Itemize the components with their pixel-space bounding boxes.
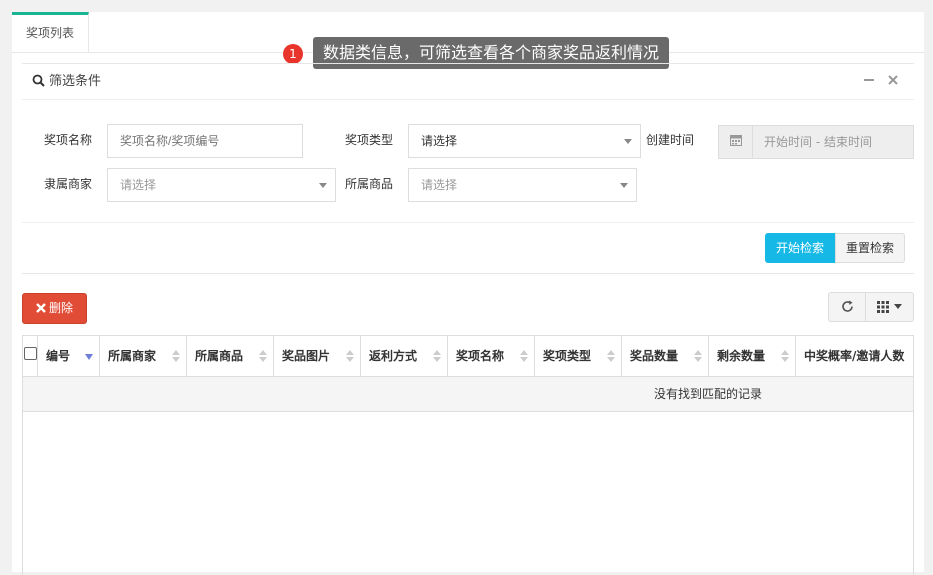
column-header-label: 奖品数量 <box>630 349 679 363</box>
column-header-label: 奖项类型 <box>543 349 592 363</box>
merchant-label: 隶属商家 <box>44 177 93 191</box>
created-time-label: 创建时间 <box>646 133 695 147</box>
calendar-icon <box>719 126 753 158</box>
refresh-icon <box>841 300 853 312</box>
filter-title-text: 筛选条件 <box>49 74 102 89</box>
hint-number-badge: 1 <box>283 44 303 64</box>
refresh-button[interactable] <box>828 292 866 322</box>
award-type-value: 请选择 <box>421 134 458 148</box>
empty-table-row: 没有找到匹配的记录 <box>23 377 913 412</box>
delete-button[interactable]: 删除 <box>22 293 87 324</box>
columns-toggle-button[interactable] <box>866 292 914 322</box>
main-panel: 奖项列表 1 数据类信息，可筛选查看各个商家奖品返利情况 筛选条件 奖项名称 奖… <box>12 12 924 575</box>
filter-title: 筛选条件 <box>32 64 101 99</box>
created-time-placeholder: 开始时间 - 结束时间 <box>764 135 872 149</box>
table-header: 编号 所属商家 所属商品 奖品图片 返利方式 奖项名称 奖项类型 奖品数量 剩余… <box>23 336 913 377</box>
award-name-input[interactable] <box>107 124 303 158</box>
column-header-award-name[interactable]: 奖项名称 <box>448 336 535 376</box>
reset-search-button[interactable]: 重置检索 <box>835 233 905 263</box>
minus-icon[interactable] <box>864 73 874 90</box>
sort-icon <box>520 350 528 362</box>
award-table: 编号 所属商家 所属商品 奖品图片 返利方式 奖项名称 奖项类型 奖品数量 剩余… <box>22 335 914 575</box>
product-select[interactable]: 请选择 <box>408 168 637 202</box>
column-header-award-type[interactable]: 奖项类型 <box>535 336 622 376</box>
chevron-down-icon <box>620 183 628 188</box>
sort-icon <box>607 350 615 362</box>
sort-icon <box>172 350 180 362</box>
column-header-prize-quantity[interactable]: 奖品数量 <box>622 336 709 376</box>
filter-box: 筛选条件 奖项名称 奖项类型 请选择 创建时间 <box>22 63 914 263</box>
sort-icon <box>259 350 267 362</box>
start-search-button[interactable]: 开始检索 <box>765 233 835 263</box>
search-icon <box>32 74 45 87</box>
column-header-label: 剩余数量 <box>717 349 766 363</box>
product-value: 请选择 <box>421 178 458 192</box>
column-header-label: 编号 <box>46 349 71 363</box>
filter-bottom-border <box>22 273 914 274</box>
award-name-label: 奖项名称 <box>44 133 93 147</box>
column-header-label: 中奖概率/邀请人数 <box>804 349 905 363</box>
empty-table-message: 没有找到匹配的记录 <box>653 387 762 401</box>
product-label: 所属商品 <box>345 177 394 191</box>
column-header-remaining-quantity[interactable]: 剩余数量 <box>709 336 796 376</box>
column-header-label: 所属商品 <box>195 349 244 363</box>
column-header-label: 奖项名称 <box>456 349 505 363</box>
column-header-label: 奖品图片 <box>282 349 331 363</box>
caret-down-icon <box>894 304 903 309</box>
filter-header: 筛选条件 <box>22 64 914 100</box>
sort-desc-icon <box>85 354 93 360</box>
sort-icon <box>694 350 702 362</box>
column-header-product[interactable]: 所属商品 <box>187 336 274 376</box>
select-all-cell <box>23 336 38 376</box>
grid-icon <box>876 301 889 313</box>
close-icon[interactable] <box>888 73 898 90</box>
sort-icon <box>781 350 789 362</box>
merchant-select[interactable]: 请选择 <box>107 168 336 202</box>
merchant-value: 请选择 <box>120 178 157 192</box>
column-header-label: 所属商家 <box>108 349 157 363</box>
delete-button-label: 删除 <box>48 301 73 315</box>
column-header-merchant[interactable]: 所属商家 <box>100 336 187 376</box>
column-header-prize-image[interactable]: 奖品图片 <box>274 336 361 376</box>
column-header-id[interactable]: 编号 <box>38 336 100 376</box>
sort-icon <box>433 350 441 362</box>
created-time-range[interactable]: 开始时间 - 结束时间 <box>718 125 914 159</box>
tab-award-list[interactable]: 奖项列表 <box>12 12 89 52</box>
column-header-rebate-method[interactable]: 返利方式 <box>361 336 448 376</box>
column-header-label: 返利方式 <box>369 349 418 363</box>
chevron-down-icon <box>319 183 327 188</box>
sort-icon <box>346 350 354 362</box>
filter-divider <box>22 222 914 223</box>
close-icon <box>36 303 46 313</box>
column-header-win-rate[interactable]: 中奖概率/邀请人数 <box>796 336 913 376</box>
select-all-checkbox[interactable] <box>24 347 37 360</box>
chevron-down-icon <box>624 139 632 144</box>
award-type-label: 奖项类型 <box>345 133 394 147</box>
award-type-select[interactable]: 请选择 <box>408 124 641 158</box>
